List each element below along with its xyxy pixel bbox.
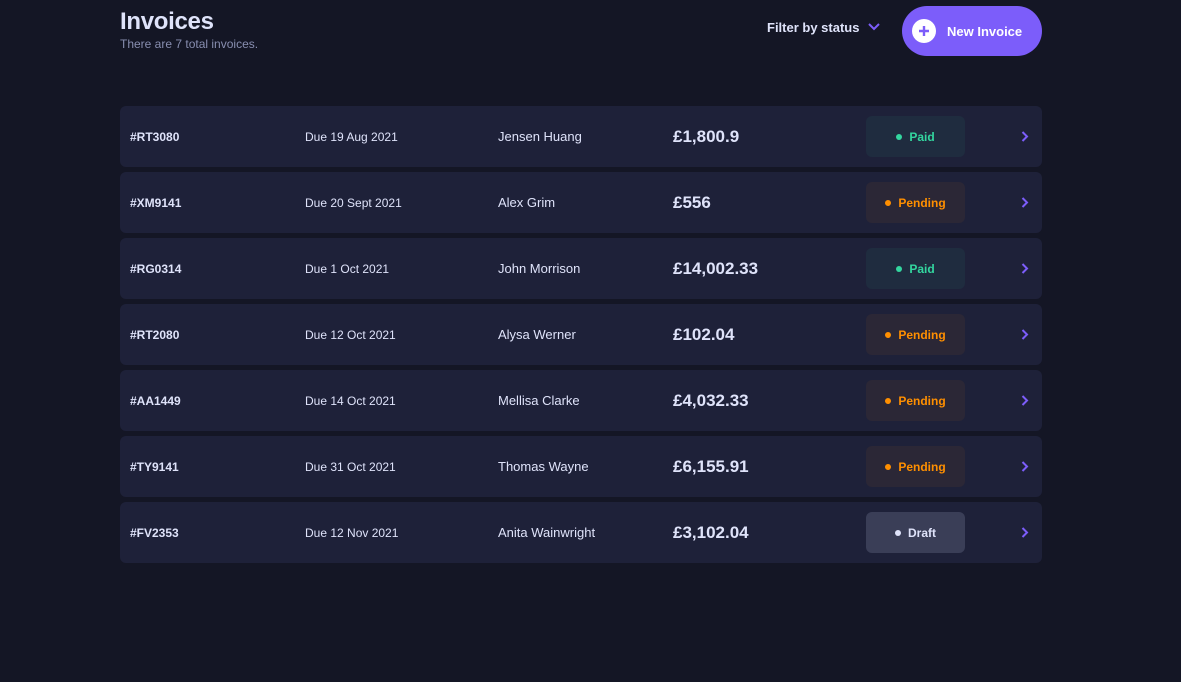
invoice-amount: £102.04 [673,324,735,344]
invoice-due-date: Due 1 Oct 2021 [305,261,390,276]
invoice-id: #RT2080 [130,327,180,342]
invoice-row[interactable]: #FV2353 Due 12 Nov 2021 Anita Wainwright… [120,502,1042,563]
status-badge: Pending [866,182,965,223]
chevron-right-icon[interactable] [1021,131,1029,142]
page-title: Invoices [120,8,214,35]
page-header: Invoices There are 7 total invoices. Fil… [120,0,1042,60]
invoice-row[interactable]: #RG0314 Due 1 Oct 2021 John Morrison £14… [120,238,1042,299]
invoice-id: #XM9141 [130,195,182,210]
status-dot [896,133,903,140]
status-dot [885,463,892,470]
invoice-amount: £14,002.33 [673,258,759,278]
invoice-amount: £3,102.04 [673,522,749,542]
invoice-client-name: Anita Wainwright [498,525,596,540]
invoice-row[interactable]: #TY9141 Due 31 Oct 2021 Thomas Wayne £6,… [120,436,1042,497]
status-dot [894,529,901,536]
invoice-row[interactable]: #RT3080 Due 19 Aug 2021 Jensen Huang £1,… [120,106,1042,167]
status-dot [885,397,892,404]
status-badge: Paid [866,248,965,289]
status-dot [885,199,892,206]
invoice-row[interactable]: #RT2080 Due 12 Oct 2021 Alysa Werner £10… [120,304,1042,365]
status-badge: Pending [866,314,965,355]
invoice-amount: £1,800.9 [673,126,740,146]
invoice-id: #RT3080 [130,129,180,144]
invoice-amount: £556 [673,192,711,212]
invoice-client-name: Jensen Huang [498,129,582,144]
status-label: Paid [909,261,935,276]
status-badge: Paid [866,116,965,157]
status-dot [885,331,892,338]
invoice-count-text: There are 7 total invoices. [120,37,259,51]
invoice-client-name: John Morrison [498,261,581,276]
status-label: Paid [909,129,935,144]
invoice-row[interactable]: #AA1449 Due 14 Oct 2021 Mellisa Clarke £… [120,370,1042,431]
invoice-id: #TY9141 [130,459,179,474]
chevron-down-icon [868,23,881,31]
status-label: Pending [898,195,946,210]
new-invoice-button[interactable]: New Invoice [902,6,1042,56]
chevron-right-icon[interactable] [1021,329,1029,340]
invoice-id: #FV2353 [130,525,179,540]
status-label: Pending [898,459,946,474]
status-dot [896,265,903,272]
invoice-id: #AA1449 [130,393,181,408]
chevron-right-icon[interactable] [1021,461,1029,472]
invoice-due-date: Due 14 Oct 2021 [305,393,396,408]
invoice-due-date: Due 19 Aug 2021 [305,129,398,144]
status-badge: Draft [866,512,965,553]
chevron-right-icon[interactable] [1021,263,1029,274]
chevron-right-icon[interactable] [1021,197,1029,208]
invoice-client-name: Alysa Werner [498,327,576,342]
filter-label: Filter by status [767,19,860,35]
status-label: Draft [907,525,936,540]
invoice-due-date: Due 20 Sept 2021 [305,195,402,210]
invoice-client-name: Thomas Wayne [498,459,589,474]
invoice-due-date: Due 12 Oct 2021 [305,327,396,342]
invoice-due-date: Due 12 Nov 2021 [305,525,399,540]
filter-by-status-dropdown[interactable]: Filter by status [767,17,881,37]
invoice-client-name: Alex Grim [498,195,556,210]
chevron-right-icon[interactable] [1021,527,1029,538]
invoice-amount: £6,155.91 [673,456,749,476]
plus-icon [912,19,936,43]
invoice-row[interactable]: #XM9141 Due 20 Sept 2021 Alex Grim £556 … [120,172,1042,233]
invoices-page: Invoices There are 7 total invoices. Fil… [0,0,1181,682]
invoice-list: #RT3080 Due 19 Aug 2021 Jensen Huang £1,… [120,106,1042,568]
invoice-id: #RG0314 [130,261,182,276]
invoice-due-date: Due 31 Oct 2021 [305,459,396,474]
status-label: Pending [898,393,946,408]
invoice-client-name: Mellisa Clarke [498,393,580,408]
new-invoice-label: New Invoice [947,23,1023,39]
status-label: Pending [898,327,946,342]
invoice-amount: £4,032.33 [673,390,749,410]
status-badge: Pending [866,446,965,487]
chevron-right-icon[interactable] [1021,395,1029,406]
status-badge: Pending [866,380,965,421]
